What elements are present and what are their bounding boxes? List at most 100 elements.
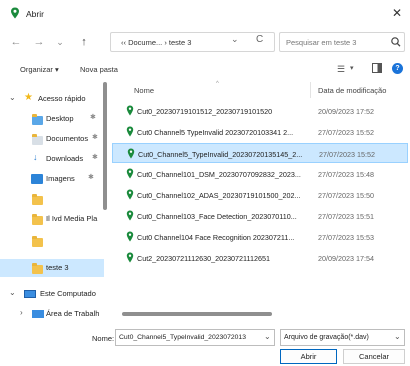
file-name-field[interactable]: Cut0_Channel5_TypeInvalid_2023072013 ⌄ <box>115 329 275 346</box>
map-pin-icon <box>126 252 134 263</box>
map-pin-icon <box>127 148 135 159</box>
window-title: Abrir <box>26 9 44 19</box>
navigation-pane: ⌄ ★ Acesso rápido Desktop ✱ Documentos ✱… <box>0 82 110 322</box>
chevron-down-icon[interactable]: ⌄ <box>9 93 16 102</box>
refresh-icon[interactable]: C <box>256 34 263 45</box>
pin-icon: ✱ <box>92 154 98 161</box>
folder-icon <box>32 214 43 225</box>
sidebar-item-images[interactable]: Imagens ✱ <box>0 170 104 188</box>
images-icon <box>31 174 43 184</box>
file-row[interactable]: Cut0 Channel5 TypeInvalid 20230720103341… <box>112 122 408 142</box>
sidebar-item-folder[interactable] <box>0 190 104 208</box>
file-row-selected[interactable]: Cut0_Channel5_TypeInvalid_20230720135145… <box>112 143 408 163</box>
sidebar-item-quick-access[interactable]: ⌄ ★ Acesso rápido <box>0 90 104 108</box>
sidebar-item-label: Área de Trabalh <box>46 309 100 318</box>
file-type-select[interactable]: Arquivo de gravação(*.dav) ⌄ <box>280 329 405 346</box>
address-path[interactable]: ‹‹ Docume... › teste 3 <box>121 38 191 47</box>
recent-locations-button[interactable]: ⌄ <box>52 34 68 50</box>
map-pin-icon <box>126 231 134 242</box>
view-dropdown-icon[interactable]: ▾ <box>350 64 354 72</box>
sidebar-item-folder[interactable] <box>0 232 104 250</box>
sort-caret-icon: ^ <box>216 81 219 87</box>
sidebar-item-label: Este Computado <box>40 289 96 298</box>
sidebar-item-label: Documentos <box>46 134 89 143</box>
file-date: 27/07/2023 15:51 <box>318 212 374 221</box>
chevron-down-icon[interactable]: ⌄ <box>394 332 401 341</box>
file-row[interactable]: Cut0_20230719101512_20230719101520 20/09… <box>112 101 408 121</box>
chevron-down-icon[interactable]: ⌄ <box>264 332 271 341</box>
file-name: Cut0_Channel5_TypeInvalid_20230720135145… <box>138 150 303 159</box>
address-bar[interactable]: ‹‹ Docume... › teste 3 ⌄ C <box>110 32 275 52</box>
sidebar-item-label: Imagens <box>46 174 75 183</box>
file-date: 20/09/2023 17:54 <box>318 254 374 263</box>
file-date: 27/07/2023 15:52 <box>319 150 375 159</box>
view-options-icon[interactable]: ☰ <box>337 64 345 75</box>
column-header-date[interactable]: Data de modificação <box>318 86 386 95</box>
file-date: 27/07/2023 15:50 <box>318 191 374 200</box>
pin-icon: ✱ <box>92 134 98 141</box>
address-dropdown-icon[interactable]: ⌄ <box>231 34 239 45</box>
file-type-value[interactable]: Arquivo de gravação(*.dav) <box>284 334 369 341</box>
file-name-value[interactable]: Cut0_Channel5_TypeInvalid_2023072013 <box>119 334 259 341</box>
file-row[interactable]: Cut0_Channel102_ADAS_20230719101500_202.… <box>112 185 408 205</box>
organize-button[interactable]: Organizar ▾ <box>20 65 59 74</box>
sidebar-item-desktop-area[interactable]: › Área de Trabalh <box>0 305 104 322</box>
sidebar-item-label: Il Ivd Media Pla <box>46 214 98 223</box>
sidebar-item-downloads[interactable]: ↓ Downloads ✱ <box>0 150 104 168</box>
pin-icon: ✱ <box>90 114 96 121</box>
title-bar: Abrir ✕ <box>0 0 410 26</box>
chevron-right-icon[interactable]: › <box>20 308 23 317</box>
sidebar-item-media-player[interactable]: Il Ivd Media Pla <box>0 210 104 228</box>
file-name: Cut0_20230719101512_20230719101520 <box>137 107 273 116</box>
toolbar: Organizar ▾ Nova pasta ☰ ▾ ? <box>0 60 410 80</box>
sidebar-item-label: teste 3 <box>46 263 69 272</box>
sidebar-item-documents[interactable]: Documentos ✱ <box>0 130 104 148</box>
up-folder-button[interactable]: ↑ <box>76 34 92 50</box>
folder-icon <box>32 194 43 205</box>
sidebar-item-label: Downloads <box>46 154 84 163</box>
sidebar-item-desktop[interactable]: Desktop ✱ <box>0 110 104 128</box>
document-icon <box>32 134 43 145</box>
sidebar-item-this-pc[interactable]: ⌄ Este Computado <box>0 285 104 303</box>
help-icon[interactable]: ? <box>392 63 403 74</box>
folder-icon <box>32 114 43 125</box>
forward-button[interactable]: → <box>31 34 47 50</box>
back-button[interactable]: ← <box>8 34 24 50</box>
file-date: 27/07/2023 15:48 <box>318 170 374 179</box>
folder-icon <box>32 263 43 274</box>
pin-icon: ✱ <box>88 174 94 181</box>
chevron-down-icon[interactable]: ⌄ <box>9 288 16 297</box>
map-pin-icon <box>126 105 134 116</box>
sidebar-item-label: Desktop <box>46 114 74 123</box>
close-button[interactable]: ✕ <box>388 4 406 22</box>
file-row[interactable]: Cut0 Channel104 Face Recognition 2023072… <box>112 227 408 247</box>
map-pin-icon <box>126 189 134 200</box>
file-name-label: Nome: <box>92 334 115 343</box>
file-row[interactable]: Cut0_Channel103_Face Detection_202307011… <box>112 206 408 226</box>
column-header-name[interactable]: Nome <box>134 86 154 95</box>
file-name: Cut0 Channel104 Face Recognition 2023072… <box>137 233 295 242</box>
sidebar-scrollbar[interactable] <box>103 82 107 210</box>
search-input[interactable]: Pesquisar em teste 3 <box>286 38 356 47</box>
file-list-header: ^ Nome Data de modificação <box>112 81 408 98</box>
navigation-bar: ← → ⌄ ↑ ‹‹ Docume... › teste 3 ⌄ C Pesqu… <box>0 28 410 58</box>
preview-pane-icon[interactable] <box>372 63 382 73</box>
file-name: Cut0 Channel5 TypeInvalid 20230720103341… <box>137 128 294 137</box>
new-folder-button[interactable]: Nova pasta <box>80 65 118 74</box>
sidebar-item-teste-3[interactable]: teste 3 <box>0 259 104 277</box>
computer-icon <box>24 290 36 298</box>
open-button[interactable]: Abrir <box>280 349 337 364</box>
file-date: 27/07/2023 15:53 <box>318 233 374 242</box>
cancel-button[interactable]: Cancelar <box>343 349 405 364</box>
star-icon: ★ <box>24 92 33 103</box>
horizontal-scrollbar[interactable] <box>122 312 272 316</box>
map-pin-icon <box>126 168 134 179</box>
file-name: Cut2_20230721112630_20230721112651 <box>137 254 270 263</box>
download-icon: ↓ <box>33 152 38 162</box>
file-row[interactable]: Cut2_20230721112630_20230721112651 20/09… <box>112 248 408 268</box>
search-icon[interactable] <box>390 35 402 49</box>
column-divider[interactable] <box>310 82 311 98</box>
folder-icon <box>32 236 43 247</box>
file-row[interactable]: Cut0_Channel101_DSM_20230707092832_2023.… <box>112 164 408 184</box>
search-box[interactable]: Pesquisar em teste 3 <box>279 32 405 52</box>
